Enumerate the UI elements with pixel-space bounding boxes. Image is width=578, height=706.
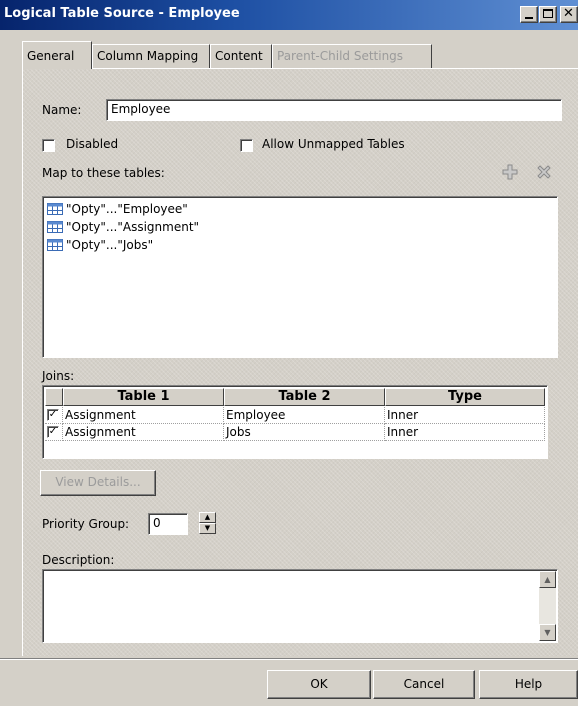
priority-group-field[interactable]: 0	[148, 513, 188, 535]
tab-content[interactable]: Content	[210, 44, 272, 68]
grid-corner-header	[45, 388, 63, 406]
disabled-checkbox[interactable]	[42, 139, 55, 152]
column-header-table2[interactable]: Table 2	[224, 388, 385, 406]
tab-label: Column Mapping	[97, 49, 199, 63]
ok-button[interactable]: OK	[267, 670, 371, 699]
joins-label: Joins:	[42, 369, 75, 383]
arrow-up-icon: ▲	[204, 513, 211, 521]
cell-type[interactable]: Inner	[385, 407, 545, 424]
tab-general[interactable]: General	[22, 41, 92, 69]
list-item-label: "Opty"..."Jobs"	[66, 238, 154, 252]
mapped-tables-list[interactable]: "Opty"..."Employee" "Opty"..."Assignment…	[42, 196, 558, 358]
spin-up-button[interactable]: ▲	[199, 512, 216, 523]
table-icon	[47, 202, 63, 215]
view-details-button: View Details...	[40, 470, 156, 496]
cell-table1[interactable]: Assignment	[63, 407, 224, 424]
minimize-icon	[525, 17, 533, 19]
column-header-table1[interactable]: Table 1	[63, 388, 224, 406]
allow-unmapped-tables-checkbox[interactable]	[240, 139, 253, 152]
dialog-window: Logical Table Source - Employee ✕ Genera…	[0, 0, 578, 706]
x-delete-icon[interactable]	[536, 164, 552, 180]
cell-table2[interactable]: Employee	[224, 407, 385, 424]
close-icon: ✕	[563, 6, 574, 21]
close-button[interactable]: ✕	[560, 6, 578, 23]
name-field[interactable]: Employee	[106, 99, 562, 121]
cancel-button[interactable]: Cancel	[373, 670, 475, 699]
column-header-type[interactable]: Type	[385, 388, 545, 406]
table-icon	[47, 238, 63, 251]
joins-grid[interactable]: Table 1 Table 2 Type ✓ Assignment Employ…	[42, 385, 548, 459]
window-title: Logical Table Source - Employee	[4, 6, 240, 21]
join-enabled-checkbox[interactable]: ✓	[47, 426, 59, 438]
cell-table1[interactable]: Assignment	[63, 424, 224, 441]
description-textarea[interactable]: ▲ ▼	[42, 569, 558, 643]
row-checkbox-cell: ✓	[45, 424, 63, 441]
help-button[interactable]: Help	[479, 670, 578, 699]
plus-icon[interactable]	[501, 163, 519, 181]
name-label: Name:	[42, 103, 82, 117]
scroll-down-button[interactable]: ▼	[539, 624, 556, 641]
priority-group-label: Priority Group:	[42, 517, 130, 531]
cell-type[interactable]: Inner	[385, 424, 545, 441]
list-item-label: "Opty"..."Employee"	[66, 202, 188, 216]
tab-label: General	[27, 49, 75, 63]
scroll-up-button[interactable]: ▲	[539, 571, 556, 588]
cell-table2[interactable]: Jobs	[224, 424, 385, 441]
allow-unmapped-tables-label: Allow Unmapped Tables	[262, 137, 405, 151]
tab-parent-child-settings: Parent-Child Settings	[272, 44, 432, 68]
disabled-label: Disabled	[66, 137, 119, 151]
map-tables-label: Map to these tables:	[42, 166, 165, 180]
general-tab-panel	[22, 68, 578, 656]
arrow-down-icon: ▼	[544, 628, 551, 637]
join-enabled-checkbox[interactable]: ✓	[47, 409, 59, 421]
list-item[interactable]: "Opty"..."Assignment"	[47, 220, 199, 238]
tab-label: Content	[215, 49, 263, 63]
arrow-down-icon: ▼	[204, 524, 211, 532]
description-label: Description:	[42, 553, 115, 567]
maximize-button[interactable]	[539, 6, 557, 23]
list-item[interactable]: "Opty"..."Employee"	[47, 202, 188, 220]
list-item[interactable]: "Opty"..."Jobs"	[47, 238, 153, 256]
maximize-icon	[543, 9, 553, 18]
arrow-up-icon: ▲	[544, 575, 551, 584]
row-checkbox-cell: ✓	[45, 407, 63, 424]
spin-down-button[interactable]: ▼	[199, 523, 216, 534]
table-icon	[47, 220, 63, 233]
list-item-label: "Opty"..."Assignment"	[66, 220, 200, 234]
minimize-button[interactable]	[520, 6, 538, 23]
footer-separator	[0, 658, 578, 660]
description-scrollbar[interactable]: ▲ ▼	[539, 571, 556, 641]
tab-column-mapping[interactable]: Column Mapping	[92, 44, 210, 68]
tab-label: Parent-Child Settings	[277, 49, 404, 63]
title-bar[interactable]: Logical Table Source - Employee ✕	[0, 0, 578, 30]
